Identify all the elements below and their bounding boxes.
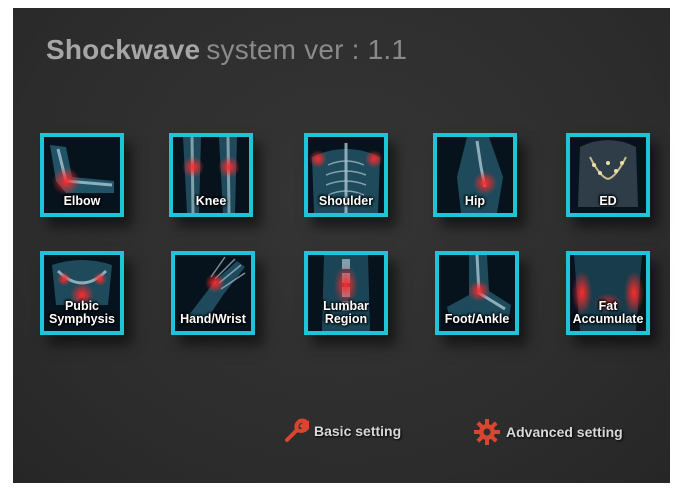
brand-name: Shockwave (46, 34, 201, 65)
tile-label: Lumbar Region (323, 299, 369, 326)
advanced-setting-button[interactable]: Advanced setting (473, 418, 623, 446)
tile-label: Shoulder (318, 194, 374, 208)
wrench-icon (285, 418, 309, 442)
tile-foot-ankle[interactable]: Foot/Ankle (435, 251, 519, 335)
tile-hip[interactable]: Hip (433, 133, 517, 217)
tile-hand-wrist[interactable]: Hand/Wrist (171, 251, 255, 335)
basic-setting-label: Basic setting (314, 423, 402, 439)
tile-label: Fat Accumulate (572, 299, 644, 326)
tile-elbow[interactable]: Elbow (40, 133, 124, 217)
tile-knee[interactable]: Knee (169, 133, 253, 217)
tile-ed[interactable]: ED (566, 133, 650, 217)
main-screen: Shockwave system ver : 1.1 Elbow Knee Sh… (13, 8, 670, 483)
tile-shoulder[interactable]: Shoulder (304, 133, 388, 217)
tile-label: ED (599, 194, 617, 208)
tile-fat-accumulate[interactable]: Fat Accumulate (566, 251, 650, 335)
advanced-setting-label: Advanced setting (506, 424, 623, 440)
version-text: system ver : 1.1 (206, 34, 408, 65)
basic-setting-button[interactable]: Basic setting (283, 418, 401, 444)
tile-label: Foot/Ankle (444, 312, 510, 326)
tile-label: Hip (464, 194, 486, 208)
tile-label: Knee (195, 194, 227, 208)
tile-label: Pubic Symphysis (48, 299, 115, 326)
gear-icon (474, 419, 500, 445)
page-title: Shockwave system ver : 1.1 (46, 34, 407, 66)
tile-lumbar-region[interactable]: Lumbar Region (304, 251, 388, 335)
tile-label: Hand/Wrist (180, 312, 246, 326)
tile-pubic-symphysis[interactable]: Pubic Symphysis (40, 251, 124, 335)
tile-label: Elbow (63, 194, 101, 208)
